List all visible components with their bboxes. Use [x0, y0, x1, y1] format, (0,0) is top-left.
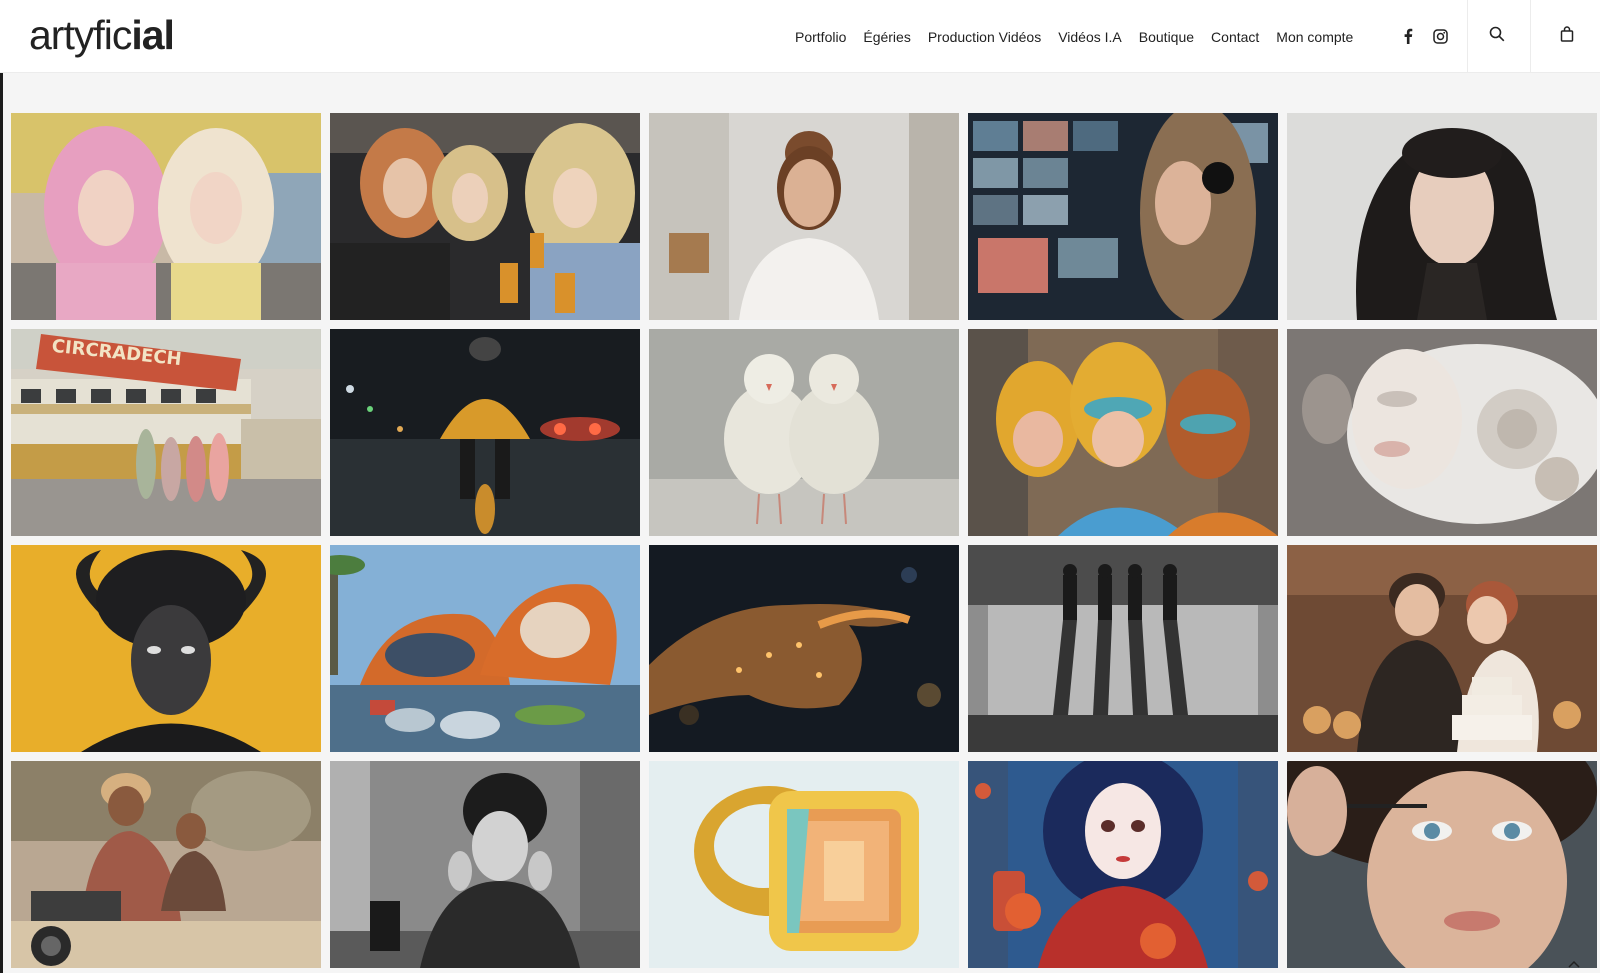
gallery-image-circuit-hand[interactable]: [649, 545, 959, 752]
gallery-image-horned-headdress[interactable]: [11, 545, 321, 752]
gallery-image-wedding-cake[interactable]: [1287, 545, 1597, 752]
gallery-image-woman-polka-dot[interactable]: [649, 113, 959, 320]
main-nav: Portfolio Égéries Production Vidéos Vidé…: [795, 0, 1370, 73]
gallery-image-robot-face[interactable]: [1287, 329, 1597, 536]
portfolio-grid: CIRCRADECH: [11, 113, 1597, 968]
gallery-image-bunnies-building[interactable]: CIRCRADECH: [11, 329, 321, 536]
gallery-image-woman-headphones[interactable]: [968, 113, 1278, 320]
logo-bold-text: ial: [131, 12, 175, 58]
gallery-image-motorbike[interactable]: [11, 761, 321, 968]
nav-videos-ia[interactable]: Vidéos I.A: [1058, 29, 1122, 45]
logo[interactable]: artyficial: [29, 12, 175, 58]
gallery-image-anime-girl[interactable]: [968, 761, 1278, 968]
social-links: [1398, 26, 1450, 46]
gallery-image-cyclist-night[interactable]: [330, 329, 640, 536]
facebook-icon[interactable]: [1398, 26, 1418, 46]
left-edge: [0, 0, 3, 973]
gallery-image-gold-ring[interactable]: [649, 761, 959, 968]
gallery-image-orange-house[interactable]: [330, 545, 640, 752]
nav-contact[interactable]: Contact: [1211, 29, 1259, 45]
shopping-bag-icon[interactable]: [1557, 24, 1577, 44]
header-divider: [1530, 0, 1531, 73]
site-header: artyficial Portfolio Égéries Production …: [0, 0, 1600, 73]
logo-light-text: artyfic: [29, 12, 132, 58]
gallery-image-friends-beer[interactable]: [330, 113, 640, 320]
scroll-to-top-icon[interactable]: [1562, 955, 1586, 973]
nav-mon-compte[interactable]: Mon compte: [1276, 29, 1353, 45]
nav-portfolio[interactable]: Portfolio: [795, 29, 846, 45]
search-icon[interactable]: [1487, 24, 1507, 44]
nav-production-videos[interactable]: Production Vidéos: [928, 29, 1041, 45]
nav-boutique[interactable]: Boutique: [1139, 29, 1194, 45]
gallery-image-bw-woman[interactable]: [330, 761, 640, 968]
gallery-image-woman-dark-hair[interactable]: [1287, 113, 1597, 320]
instagram-icon[interactable]: [1430, 26, 1450, 46]
header-divider: [1467, 0, 1468, 73]
nav-egeries[interactable]: Égéries: [863, 29, 910, 45]
gallery-image-blue-eyes[interactable]: [1287, 761, 1597, 968]
gallery-image-silhouettes[interactable]: [968, 545, 1278, 752]
gallery-image-masked-heroines[interactable]: [968, 329, 1278, 536]
gallery-image-chicks[interactable]: [649, 329, 959, 536]
gallery-image-two-women-wigs[interactable]: [11, 113, 321, 320]
